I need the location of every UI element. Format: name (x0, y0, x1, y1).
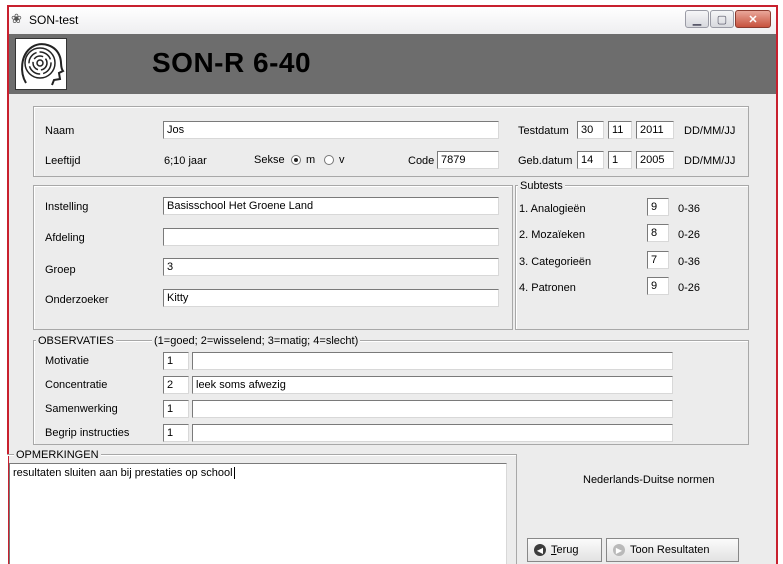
subtest-range: 0-36 (678, 203, 701, 215)
onderzoeker-input[interactable]: Kitty (163, 289, 499, 307)
opmerkingen-textarea[interactable]: resultaten sluiten aan bij prestaties op… (9, 463, 507, 564)
window-title: SON-test (29, 13, 79, 27)
sekse-label: Sekse (254, 154, 285, 166)
institution-panel: Instelling Basisschool Het Groene Land A… (33, 185, 513, 330)
afdeling-label: Afdeling (45, 232, 85, 244)
subtests-title: Subtests (518, 180, 565, 192)
maze-head-icon (21, 43, 65, 86)
observatie-comment-input[interactable] (192, 424, 673, 442)
observatie-comment-input[interactable] (192, 352, 673, 370)
terug-button[interactable]: ◀ Terug (527, 538, 602, 562)
observatie-score-input[interactable]: 2 (163, 376, 189, 394)
testdatum-format: DD/MM/JJ (684, 125, 736, 137)
subtest-label: 3. Categorieën (519, 256, 592, 268)
subtest-range: 0-26 (678, 282, 701, 294)
gebdatum-label: Geb.datum (518, 155, 573, 167)
observatie-label: Concentratie (45, 379, 108, 391)
app-icon: ❀ (11, 11, 22, 26)
observaties-title: OBSERVATIES (36, 335, 116, 347)
toon-resultaten-label: Toon Resultaten (630, 544, 710, 556)
sekse-option-m: m (306, 154, 316, 166)
instelling-label: Instelling (45, 201, 89, 213)
testdatum-label: Testdatum (518, 125, 569, 137)
personal-info-panel: Naam Jos Leeftijd 6;10 jaar Sekse m v Co… (33, 106, 749, 177)
opmerkingen-panel: OPMERKINGEN resultaten sluiten aan bij p… (7, 449, 517, 564)
groep-input[interactable]: 3 (163, 258, 499, 276)
toon-label-suffix: Resultaten (656, 544, 710, 556)
observaties-scale-legend: (1=goed; 2=wisselend; 3=matig; 4=slecht) (152, 335, 361, 347)
groep-label: Groep (45, 264, 76, 276)
observaties-panel: OBSERVATIES (1=goed; 2=wisselend; 3=mati… (33, 335, 749, 445)
code-input[interactable]: 7879 (437, 151, 499, 169)
leeftijd-label: Leeftijd (45, 155, 81, 167)
sekse-option-v: v (339, 154, 345, 166)
text-cursor (233, 467, 235, 479)
instelling-input[interactable]: Basisschool Het Groene Land (163, 197, 499, 215)
close-icon: ✕ (748, 13, 758, 26)
onderzoeker-label: Onderzoeker (45, 294, 109, 306)
observatie-label: Samenwerking (45, 403, 118, 415)
toon-resultaten-button[interactable]: ▶ Toon Resultaten (606, 538, 739, 562)
gebdatum-month-input[interactable]: 1 (608, 151, 632, 169)
logo (15, 38, 67, 90)
gebdatum-format: DD/MM/JJ (684, 155, 736, 167)
maximize-button[interactable]: ▢ (710, 10, 734, 28)
observatie-score-input[interactable]: 1 (163, 424, 189, 442)
toon-label-prefix: Toon (630, 544, 657, 556)
close-button[interactable]: ✕ (735, 10, 771, 28)
subtests-panel: Subtests 1. Analogieën 9 0-36 2. Mozaïek… (515, 180, 749, 330)
observatie-comment-input[interactable]: leek soms afwezig (192, 376, 673, 394)
testdatum-month-input[interactable]: 11 (608, 121, 632, 139)
afdeling-input[interactable] (163, 228, 499, 246)
subtest-label: 4. Patronen (519, 282, 576, 294)
header-banner: SON-R 6-40 (9, 34, 776, 94)
title-bar: ❀ SON-test ▁ ▢ ✕ (9, 7, 776, 34)
subtest-score-input[interactable]: 9 (647, 198, 669, 216)
minimize-button[interactable]: ▁ (685, 10, 709, 28)
terug-button-label: Terug (551, 544, 579, 556)
observatie-score-input[interactable]: 1 (163, 352, 189, 370)
testdatum-year-input[interactable]: 2011 (636, 121, 674, 139)
opmerkingen-text: resultaten sluiten aan bij prestaties op… (13, 467, 233, 479)
naam-label: Naam (45, 125, 75, 137)
norms-label: Nederlands-Duitse normen (583, 474, 715, 486)
gebdatum-year-input[interactable]: 2005 (636, 151, 674, 169)
subtest-range: 0-26 (678, 229, 701, 241)
sekse-radio-m[interactable] (291, 155, 301, 165)
arrow-right-icon: ▶ (613, 544, 625, 556)
subtest-label: 1. Analogieën (519, 203, 586, 215)
sekse-radio-v[interactable] (324, 155, 334, 165)
testdatum-day-input[interactable]: 30 (577, 121, 604, 139)
subtest-range: 0-36 (678, 256, 701, 268)
observatie-label: Begrip instructies (45, 427, 130, 439)
minimize-icon: ▁ (692, 13, 702, 26)
app-title: SON-R 6-40 (152, 47, 312, 78)
naam-input[interactable]: Jos (163, 121, 499, 139)
subtest-label: 2. Mozaïeken (519, 229, 586, 241)
gebdatum-day-input[interactable]: 14 (577, 151, 604, 169)
arrow-left-icon: ◀ (534, 544, 546, 556)
opmerkingen-title: OPMERKINGEN (14, 449, 101, 461)
observatie-label: Motivatie (45, 355, 90, 367)
maximize-icon: ▢ (716, 13, 728, 26)
subtest-score-input[interactable]: 9 (647, 277, 669, 295)
code-label: Code (408, 155, 435, 167)
subtest-score-input[interactable]: 8 (647, 224, 669, 242)
app-window: ❀ SON-test ▁ ▢ ✕ SON-R 6-40 Naam Jos Lee… (7, 5, 778, 564)
observatie-score-input[interactable]: 1 (163, 400, 189, 418)
subtest-score-input[interactable]: 7 (647, 251, 669, 269)
observatie-comment-input[interactable] (192, 400, 673, 418)
leeftijd-value: 6;10 jaar (164, 155, 207, 167)
